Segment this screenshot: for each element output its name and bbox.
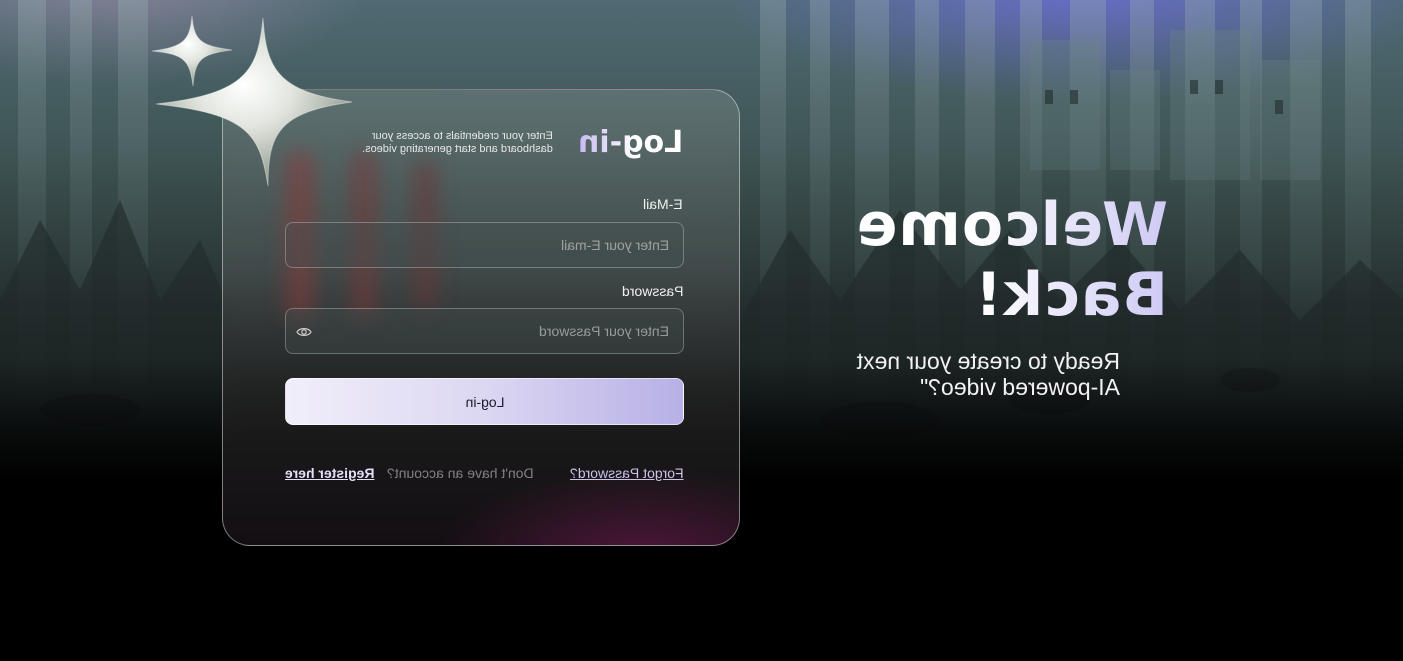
card-description-line1: Enter your credentials to access your: [372, 130, 553, 142]
card-footer-links: Forgot Password? Don't have an account? …: [285, 465, 684, 485]
four-point-star-icon: [151, 15, 353, 187]
email-field[interactable]: Enter your E-mail: [285, 222, 684, 268]
forgot-password-link[interactable]: Forgot Password?: [570, 465, 684, 481]
welcome-title-line2: Back!: [840, 260, 1180, 330]
register-link[interactable]: Register here: [285, 465, 374, 481]
email-placeholder: Enter your E-mail: [560, 237, 669, 253]
password-label: Password: [621, 283, 683, 299]
no-account-text: Don't have an account?: [387, 465, 534, 481]
card-title: Log-in: [577, 125, 683, 160]
card-header: Log-in Enter your credentials to access …: [343, 125, 683, 166]
login-button[interactable]: Log-in: [285, 378, 684, 425]
login-button-label: Log-in: [465, 394, 504, 410]
welcome-subtitle-line1: Ready to create your next: [856, 348, 1120, 374]
card-description-line2: dashboard and start generating videos.: [362, 143, 553, 155]
welcome-title-line1: Welcome: [840, 190, 1180, 260]
welcome-subtitle-line2: AI-powered video?": [920, 374, 1120, 400]
welcome-section: Welcome Back! Ready to create your next …: [840, 190, 1180, 400]
eye-icon[interactable]: [296, 325, 312, 339]
login-page: Welcome Back! Ready to create your next …: [0, 0, 1403, 661]
password-placeholder: Enter your Password: [539, 323, 669, 339]
email-label: E-Mail: [643, 196, 683, 212]
card-description: Enter your credentials to access your da…: [362, 130, 553, 156]
password-field[interactable]: Enter your Password: [285, 308, 684, 354]
